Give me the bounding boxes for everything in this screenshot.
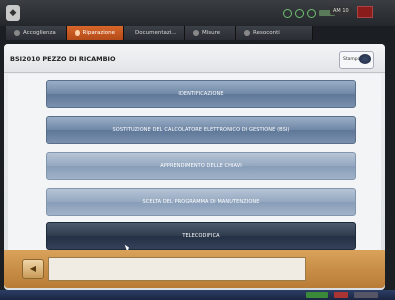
battery-indicator-icon xyxy=(357,6,373,18)
back-button[interactable]: ◀ xyxy=(22,259,44,279)
taskbar xyxy=(0,290,395,300)
tab-misure[interactable]: Misure xyxy=(185,26,236,40)
tab-riparazione[interactable]: Riparazione xyxy=(67,26,124,40)
status-indicators xyxy=(283,8,335,18)
status-icon-3 xyxy=(307,8,316,18)
status-icon-1 xyxy=(283,8,292,18)
tab-label: Accoglienza xyxy=(23,30,56,36)
tab-icon xyxy=(14,30,20,36)
tab-label: Misure xyxy=(202,30,221,36)
top-status-bar: ◆ AM 10 xyxy=(0,0,395,26)
status-icon-2 xyxy=(295,8,304,18)
tab-documentazione[interactable]: Documentazi... xyxy=(124,26,185,40)
message-field xyxy=(48,257,306,281)
taskbar-item-1[interactable] xyxy=(306,292,328,298)
menu-item-telecodifica[interactable]: TELECODIFICA xyxy=(46,222,356,250)
brand-logo-icon: ◆ xyxy=(6,5,20,21)
tab-icon xyxy=(244,30,250,36)
menu-item-sostituzione-bsi[interactable]: SOSTITUZIONE DEL CALCOLATORE ELETTRONICO… xyxy=(46,116,356,144)
tab-bar: Accoglienza Riparazione Documentazi... M… xyxy=(6,26,313,40)
tab-icon xyxy=(193,30,199,36)
menu-list: IDENTIFICAZIONE SOSTITUZIONE DEL CALCOLA… xyxy=(8,74,381,258)
panel-header: BSI2010 PEZZO DI RICAMBIO Stampa xyxy=(4,44,385,73)
menu-item-apprendimento-chiavi[interactable]: APPRENDIMENTO DELLE CHIAVI xyxy=(46,152,356,180)
tab-resoconti[interactable]: Resoconti xyxy=(236,26,313,40)
page-title: BSI2010 PEZZO DI RICAMBIO xyxy=(10,55,116,63)
taskbar-item-2[interactable] xyxy=(334,292,348,298)
tab-label: Resoconti xyxy=(253,30,280,36)
footer-bar: ◀ xyxy=(4,250,385,288)
tab-accoglienza[interactable]: Accoglienza xyxy=(6,26,67,40)
menu-item-programma-manutenzione[interactable]: SCELTA DEL PROGRAMMA DI MANUTENZIONE xyxy=(46,188,356,216)
tab-label: Riparazione xyxy=(82,30,116,36)
taskbar-clock xyxy=(354,292,378,298)
tab-icon xyxy=(75,30,80,36)
tab-label: Documentazi... xyxy=(135,30,177,36)
menu-item-identificazione[interactable]: IDENTIFICAZIONE xyxy=(46,80,356,108)
status-text: AM 10 xyxy=(330,7,352,15)
printer-icon xyxy=(359,54,371,64)
diagnostic-screen: ◆ AM 10 Accoglienza Riparazione Document… xyxy=(0,0,395,300)
